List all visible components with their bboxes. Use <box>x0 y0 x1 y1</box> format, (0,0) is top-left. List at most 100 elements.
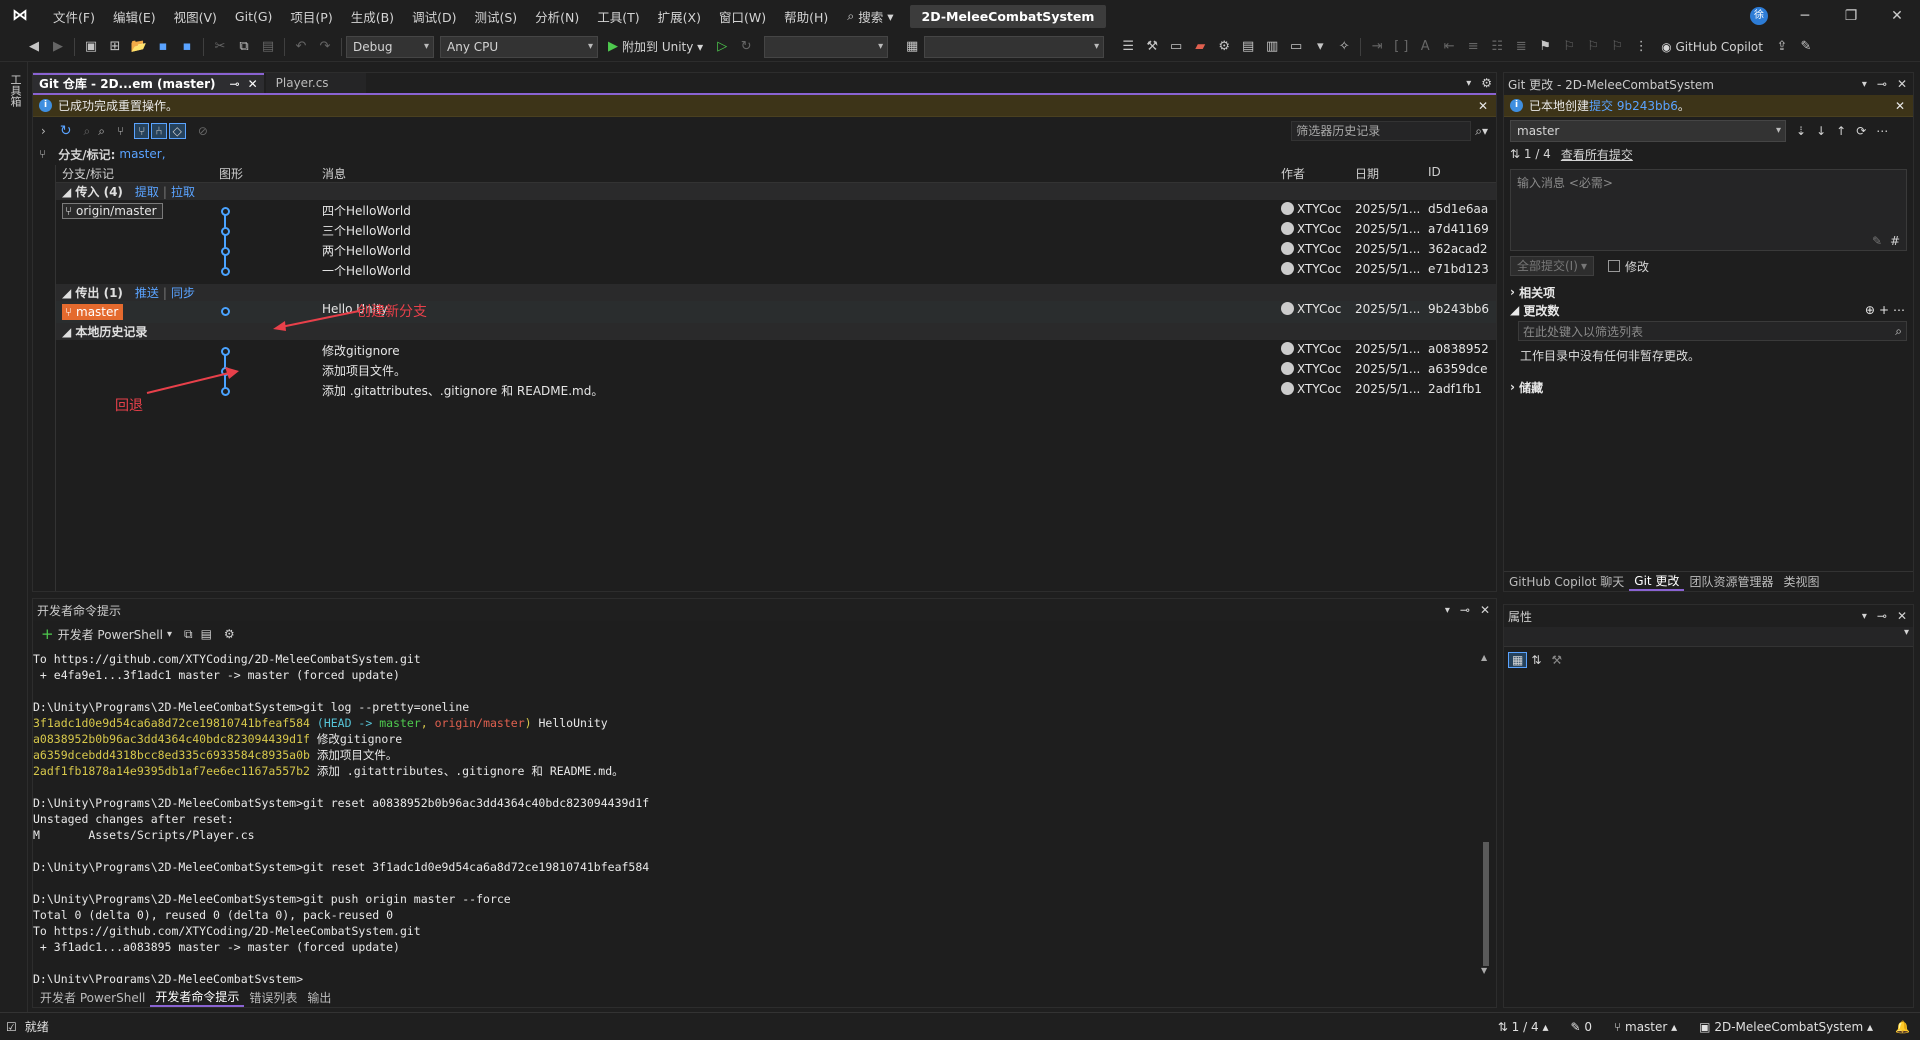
properties-close-icon[interactable]: ✕ <box>1897 609 1907 623</box>
menu-item[interactable]: 生成(B) <box>342 7 403 26</box>
menu-item[interactable]: 扩展(X) <box>649 7 710 26</box>
commits-indicator[interactable]: ⇅ 1 / 4 ▴ <box>1498 1020 1549 1034</box>
commit-row[interactable]: 四个HelloWorld XTYCoc 2025/5/1... d5d1e6aa <box>56 202 1496 222</box>
add-icon[interactable]: + <box>41 625 54 643</box>
branch-filter-icon[interactable]: ⑂ <box>39 147 46 161</box>
shell-dropdown-icon[interactable]: ▾ <box>167 629 172 640</box>
solution-indicator[interactable]: ▣ 2D-MeleeCombatSystem ▴ <box>1699 1020 1873 1034</box>
commit-row[interactable]: 一个HelloWorld XTYCoc 2025/5/1... e71bd123 <box>56 262 1496 282</box>
panel-close-icon[interactable]: ✕ <box>1480 603 1490 617</box>
pull-icon[interactable]: ↓ <box>1816 124 1826 138</box>
origin-master-tag[interactable]: ⑂ origin/master <box>62 203 163 219</box>
close-infobar-icon[interactable]: ✕ <box>1478 99 1488 113</box>
stash-section[interactable]: › 储藏 <box>1504 378 1913 396</box>
align-icon[interactable]: ≡ <box>1462 36 1484 58</box>
bookmark-prev-icon[interactable]: ⚐ <box>1558 36 1580 58</box>
expand-icon[interactable]: › <box>41 124 46 138</box>
search-button[interactable]: ⌕ 搜索 ▾ <box>847 7 893 26</box>
property-pages-icon[interactable]: ⚒ <box>1551 653 1562 667</box>
undo-icon[interactable]: ↶ <box>290 36 312 58</box>
commit-row[interactable]: 添加 .gitattributes、.gitignore 和 README.md… <box>56 382 1496 402</box>
bracket-icon[interactable]: [ ] <box>1390 36 1412 58</box>
incoming-group-header[interactable]: ◢ 传入 (4) 提取 | 拉取 <box>56 183 1496 200</box>
toolbox-tab[interactable]: 工具箱 <box>7 74 23 107</box>
git-changes-pin-icon[interactable]: ⊸ <box>1877 77 1887 91</box>
amend-checkbox[interactable] <box>1608 260 1620 272</box>
terminal-output[interactable]: To https://github.com/XTYCoding/2D-Melee… <box>33 651 1478 983</box>
terminal-settings-icon[interactable]: ⚙ <box>224 627 235 641</box>
settings-icon[interactable]: ⚙ <box>1481 76 1492 90</box>
changes-section[interactable]: ◢ 更改数 ⊕ + ⋯ <box>1504 301 1913 319</box>
stage-all-icon[interactable]: ⊕ <box>1865 303 1875 317</box>
push-link[interactable]: 推送 <box>135 284 159 301</box>
platform-select[interactable]: Any CPU <box>440 35 598 58</box>
fetch-icon[interactable]: ⇣ <box>1796 124 1806 138</box>
toolbox-icon[interactable]: ▰ <box>1189 36 1211 58</box>
bookmark-icon[interactable]: ⚑ <box>1534 36 1556 58</box>
properties-dropdown-icon[interactable]: ▾ <box>1862 611 1867 622</box>
terminal-scrollbar[interactable]: ▲ ▼ <box>1481 653 1491 983</box>
bookmark-next-icon[interactable]: ⚐ <box>1582 36 1604 58</box>
right-panel-tab[interactable]: GitHub Copilot 聊天 <box>1504 573 1629 590</box>
history-filter-input[interactable]: 筛选器历史记录 <box>1291 121 1472 141</box>
open-folder-icon[interactable]: 📂 <box>128 36 150 58</box>
copy-terminal-icon[interactable]: ⧉ <box>184 627 193 642</box>
tools-icon[interactable]: ⚒ <box>1141 36 1163 58</box>
search-commit-icon[interactable]: ⌕ <box>84 124 91 139</box>
tab-git-repository[interactable]: Git 仓库 - 2D...em (master) ⊸ ✕ <box>33 73 264 93</box>
copilot-generate-icon[interactable]: ✎ <box>1872 234 1882 248</box>
more-actions-icon[interactable]: ⋯ <box>1876 124 1888 138</box>
menu-item[interactable]: Git(G) <box>226 9 282 24</box>
new-shell-button[interactable]: 开发者 PowerShell <box>58 626 163 643</box>
outdent-icon[interactable]: ⇤ <box>1438 36 1460 58</box>
bottom-tab[interactable]: 开发者 PowerShell <box>35 989 150 1006</box>
paste-icon[interactable]: ▤ <box>257 36 279 58</box>
branch-icon[interactable]: ⑂ <box>117 124 124 138</box>
bottom-tab[interactable]: 开发者命令提示 <box>150 988 245 1007</box>
bottom-tab[interactable]: 错误列表 <box>244 989 302 1006</box>
attach-process-icon[interactable]: ⚙ <box>1213 36 1235 58</box>
hot-reload-icon[interactable]: ↻ <box>735 36 757 58</box>
refresh-icon[interactable]: ↻ <box>60 123 72 139</box>
commit-all-button[interactable]: 全部提交(I) ▾ <box>1510 256 1594 276</box>
graph-node[interactable] <box>221 227 230 236</box>
start-without-debug-icon[interactable]: ▷ <box>711 36 733 58</box>
graph-node[interactable] <box>221 207 230 216</box>
pin-icon[interactable]: ⊸ <box>230 74 240 94</box>
bookmark-clear-icon[interactable]: ⚐ <box>1606 36 1628 58</box>
share-icon[interactable]: ⇪ <box>1771 36 1793 58</box>
browse-icon[interactable]: ▦ <box>901 36 923 58</box>
tab-player-cs[interactable]: Player.cs <box>265 73 366 93</box>
search-filter-icon[interactable]: ⌕ <box>98 124 105 139</box>
graph-node[interactable] <box>221 247 230 256</box>
right-panel-tab[interactable]: 类视图 <box>1778 573 1824 590</box>
target-select[interactable] <box>764 35 889 58</box>
branch-indicator[interactable]: ⑂ master ▴ <box>1614 1020 1677 1034</box>
close-infobar-icon[interactable]: ✕ <box>1895 99 1905 113</box>
git-changes-dropdown-icon[interactable]: ▾ <box>1862 79 1867 90</box>
properties-pin-icon[interactable]: ⊸ <box>1877 609 1887 623</box>
solution-name[interactable]: 2D-MeleeCombatSystem <box>909 4 1107 28</box>
tags-toggle-icon[interactable]: ◇ <box>168 123 186 139</box>
startup-item-select[interactable] <box>924 35 1105 58</box>
close-window-icon[interactable]: ✕ <box>1874 8 1920 24</box>
right-panel-tab[interactable]: 团队资源管理器 <box>1684 573 1778 590</box>
master-branch-tag[interactable]: ⑂ master <box>62 304 124 320</box>
menu-item[interactable]: 测试(S) <box>465 7 526 26</box>
graph-node[interactable] <box>221 307 230 316</box>
menu-item[interactable]: 分析(N) <box>526 7 588 26</box>
commit-row[interactable]: 修改gitignore XTYCoc 2025/5/1... a0838952 <box>56 342 1496 362</box>
scrollbar-thumb[interactable] <box>1483 842 1489 966</box>
commit-message-input[interactable]: 输入消息 <必需> ✎ # <box>1510 169 1907 251</box>
menu-item[interactable]: 调试(D) <box>403 7 465 26</box>
menu-item[interactable]: 编辑(E) <box>104 7 165 26</box>
github-copilot-button[interactable]: ◉ GitHub Copilot <box>1661 40 1763 54</box>
outgoing-group-header[interactable]: ◢ 传出 (1) 推送 | 同步 <box>56 284 1496 301</box>
commit-row[interactable]: 三个HelloWorld XTYCoc 2025/5/1... a7d41169 <box>56 222 1496 242</box>
branch-select[interactable]: master <box>1510 120 1786 142</box>
fetch-link[interactable]: 提取 <box>135 183 159 200</box>
notifications-icon[interactable]: 🔔 <box>1895 1020 1910 1034</box>
pencil-indicator[interactable]: ✎ 0 <box>1570 1020 1592 1034</box>
font-icon[interactable]: A <box>1414 36 1436 58</box>
graph-node[interactable] <box>221 347 230 356</box>
